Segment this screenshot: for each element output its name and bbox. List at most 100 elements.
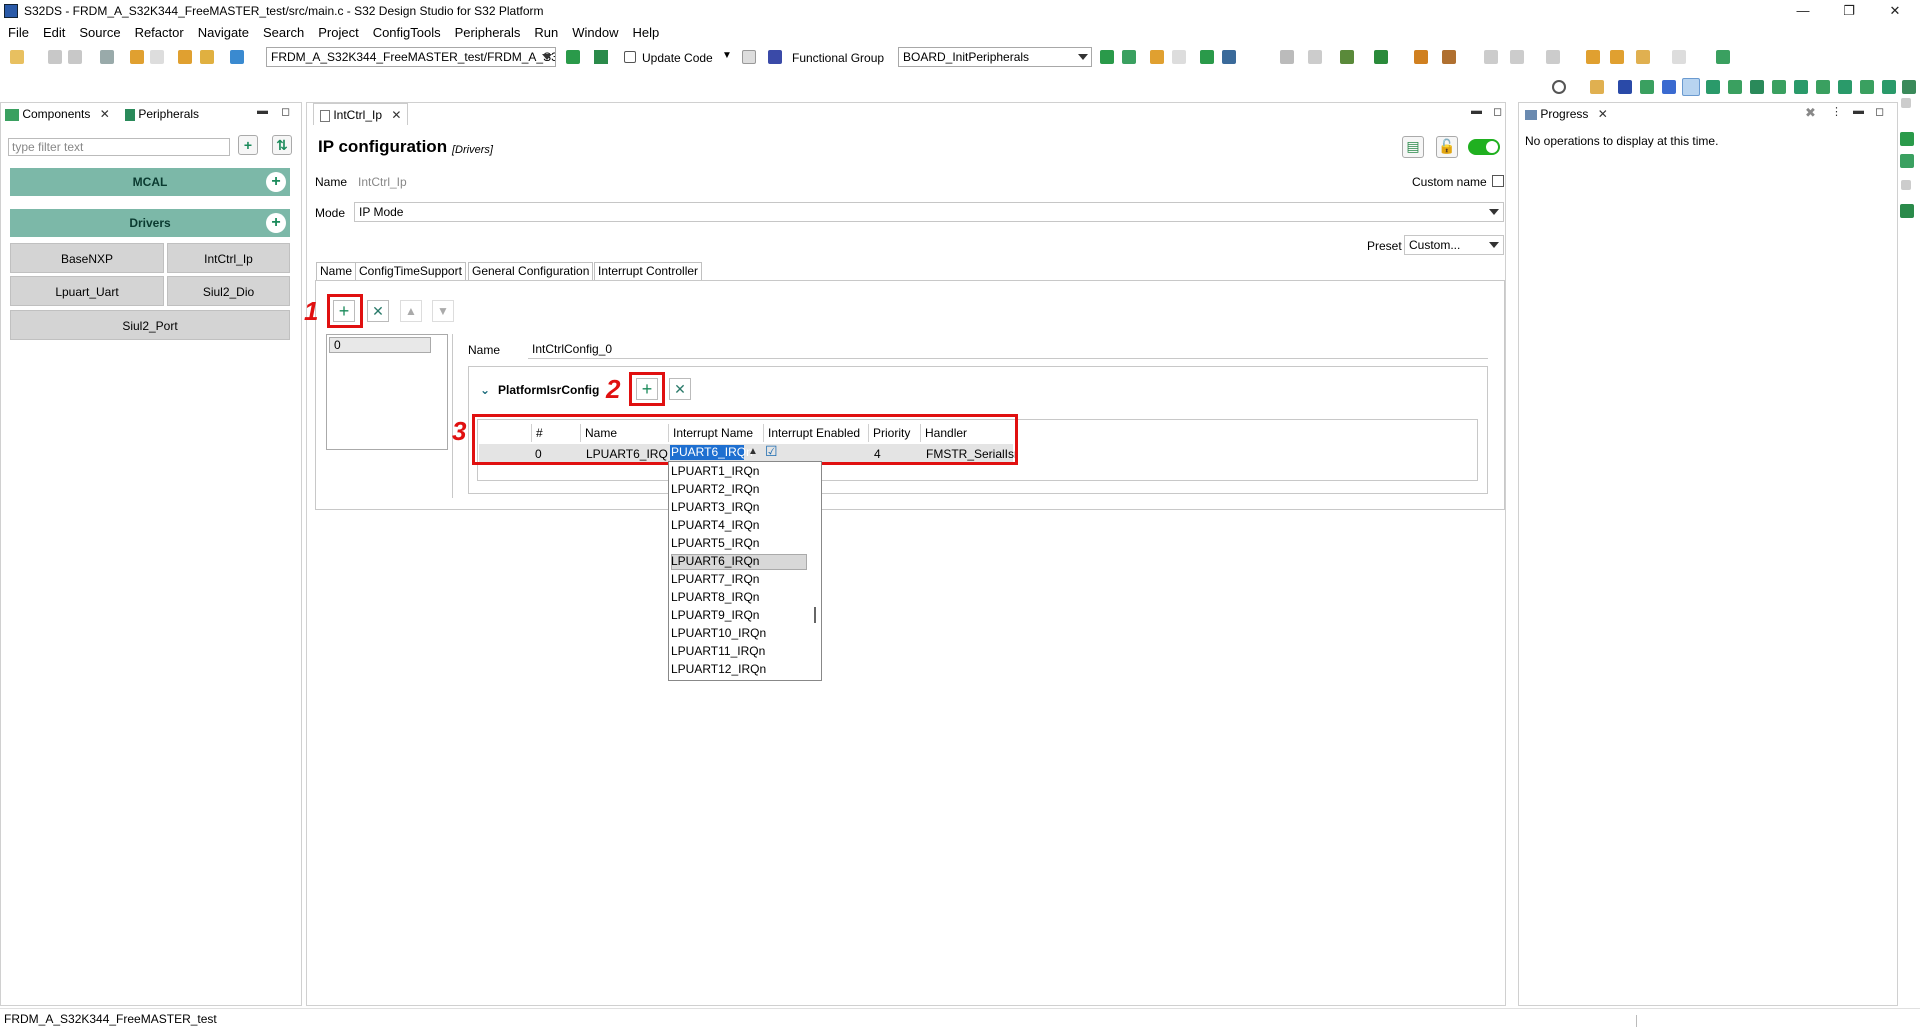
- tab-progress[interactable]: Progress ✕: [1525, 103, 1608, 125]
- menu-help[interactable]: Help: [633, 25, 660, 40]
- undo-icon[interactable]: [130, 50, 144, 64]
- config-name-input[interactable]: IntCtrlConfig_0: [528, 339, 1488, 359]
- dropdown-option[interactable]: LPUART5_IRQn: [671, 535, 807, 552]
- update-code-button[interactable]: Update Code: [642, 51, 713, 65]
- menu-refactor[interactable]: Refactor: [135, 25, 184, 40]
- undo-icon[interactable]: [1150, 50, 1164, 64]
- upload-icon[interactable]: [1200, 50, 1214, 64]
- dropdown-scrollbar[interactable]: [814, 607, 816, 623]
- dropdown-option[interactable]: LPUART7_IRQn: [671, 571, 807, 588]
- move-down-icon[interactable]: ▼: [432, 300, 454, 322]
- group-mcal-header[interactable]: MCAL +: [10, 168, 290, 196]
- maximize-icon[interactable]: ◻: [281, 105, 290, 118]
- pen-icon[interactable]: [1484, 50, 1498, 64]
- move-up-icon[interactable]: ▲: [400, 300, 422, 322]
- tool-icon[interactable]: [1308, 50, 1322, 64]
- menu-navigate[interactable]: Navigate: [198, 25, 249, 40]
- driver-siul2-dio[interactable]: Siul2_Dio: [167, 276, 290, 306]
- dropdown-option[interactable]: LPUART2_IRQn: [671, 481, 807, 498]
- debug-icon[interactable]: [1340, 50, 1354, 64]
- subtab-interrupt-controller[interactable]: Interrupt Controller: [594, 262, 703, 280]
- save-all-icon[interactable]: [68, 50, 82, 64]
- driver-siul2-port[interactable]: Siul2_Port: [10, 310, 290, 340]
- perspective-icon[interactable]: [1618, 80, 1632, 94]
- remove-config-button[interactable]: ✕: [367, 300, 389, 322]
- dropdown-option-selected[interactable]: LPUART6_IRQn: [671, 553, 807, 570]
- open-perspective-icon[interactable]: [1590, 80, 1604, 94]
- checkbox-icon[interactable]: [624, 51, 636, 63]
- menu-configtools[interactable]: ConfigTools: [373, 25, 441, 40]
- menu-project[interactable]: Project: [318, 25, 358, 40]
- maximize-button[interactable]: ❐: [1826, 2, 1872, 20]
- new-icon[interactable]: [10, 50, 24, 64]
- collapse-icon[interactable]: ⌄: [480, 383, 490, 397]
- driver-intctrl-ip[interactable]: IntCtrl_Ip: [167, 243, 290, 273]
- open-folder-icon[interactable]: [178, 50, 192, 64]
- close-icon[interactable]: ✕: [100, 103, 110, 125]
- document-icon[interactable]: ▤: [1402, 136, 1424, 158]
- document-icon[interactable]: [1900, 154, 1914, 168]
- connect-icon[interactable]: [1816, 80, 1830, 94]
- restore-icon[interactable]: [1901, 98, 1911, 108]
- add-mcal-icon[interactable]: +: [266, 172, 286, 192]
- subtab-configtimesupport[interactable]: ConfigTimeSupport: [355, 262, 466, 280]
- remove-isr-button[interactable]: ✕: [669, 378, 691, 400]
- pins-icon[interactable]: [1682, 78, 1700, 96]
- tab-components[interactable]: Components ✕: [5, 103, 110, 125]
- ddr-icon[interactable]: [1838, 80, 1852, 94]
- list-item[interactable]: 0: [329, 337, 431, 353]
- save-icon[interactable]: [48, 50, 62, 64]
- flag-icon[interactable]: [1100, 50, 1114, 64]
- scope-icon[interactable]: [1902, 80, 1916, 94]
- tab-intctrl-ip[interactable]: IntCtrl_Ip ✕: [313, 103, 409, 125]
- back-icon[interactable]: [1636, 50, 1650, 64]
- open-perspective-icon[interactable]: [1716, 50, 1730, 64]
- minimize-button[interactable]: —: [1780, 2, 1826, 20]
- close-window-button[interactable]: ✕: [1872, 2, 1918, 20]
- chip-icon[interactable]: [1640, 80, 1654, 94]
- minimize-icon[interactable]: ▬: [1471, 105, 1482, 117]
- export-icon[interactable]: [230, 50, 244, 64]
- warning-icon[interactable]: [1900, 204, 1914, 218]
- sort-icon[interactable]: [1222, 50, 1236, 64]
- menu-edit[interactable]: Edit: [43, 25, 65, 40]
- clocks-icon[interactable]: [1706, 80, 1720, 94]
- project-combo[interactable]: FRDM_A_S32K344_FreeMASTER_test/FRDM_A_S3…: [266, 47, 556, 67]
- prev-annotation-icon[interactable]: [1546, 50, 1560, 64]
- minimize-icon[interactable]: ▬: [1853, 105, 1864, 117]
- maximize-icon[interactable]: ◻: [1875, 105, 1884, 118]
- restore-icon[interactable]: [1901, 180, 1911, 190]
- dropdown-option[interactable]: LPUART1_IRQn: [671, 463, 807, 480]
- forward-icon[interactable]: [1672, 50, 1686, 64]
- group-drivers-header[interactable]: Drivers +: [10, 209, 290, 237]
- sort-icon[interactable]: ⇅: [272, 135, 292, 155]
- redo-icon[interactable]: [1172, 50, 1186, 64]
- routing-icon[interactable]: [1794, 80, 1808, 94]
- menu-search[interactable]: Search: [263, 25, 304, 40]
- view-menu-icon[interactable]: ⋮: [1831, 105, 1842, 118]
- next-annotation-icon[interactable]: [1510, 50, 1524, 64]
- dropdown-option[interactable]: LPUART10_IRQn: [671, 625, 807, 642]
- dropdown-option[interactable]: LPUART3_IRQn: [671, 499, 807, 516]
- search-icon[interactable]: [1552, 80, 1566, 94]
- warning-icon[interactable]: [594, 50, 608, 64]
- screen-icon[interactable]: [1122, 50, 1136, 64]
- subtab-general-configuration[interactable]: General Configuration: [468, 262, 594, 280]
- home-icon[interactable]: [566, 50, 580, 64]
- close-icon[interactable]: ✕: [1598, 103, 1608, 125]
- add-component-button[interactable]: +: [238, 135, 258, 155]
- signals-icon[interactable]: [1772, 80, 1786, 94]
- dropdown-option[interactable]: LPUART4_IRQn: [671, 517, 807, 534]
- dropdown-option[interactable]: LPUART9_IRQn: [671, 607, 807, 624]
- folder-icon[interactable]: [200, 50, 214, 64]
- menu-window[interactable]: Window: [572, 25, 618, 40]
- grid-icon[interactable]: [1882, 80, 1896, 94]
- external-tools-icon[interactable]: [1414, 50, 1428, 64]
- menu-source[interactable]: Source: [79, 25, 120, 40]
- list-icon[interactable]: [1750, 80, 1764, 94]
- remove-all-icon[interactable]: ✖: [1805, 105, 1816, 121]
- print-icon[interactable]: [100, 50, 114, 64]
- components-icon[interactable]: [1728, 80, 1742, 94]
- driver-lpuart-uart[interactable]: Lpuart_Uart: [10, 276, 164, 306]
- add-driver-icon[interactable]: +: [266, 213, 286, 233]
